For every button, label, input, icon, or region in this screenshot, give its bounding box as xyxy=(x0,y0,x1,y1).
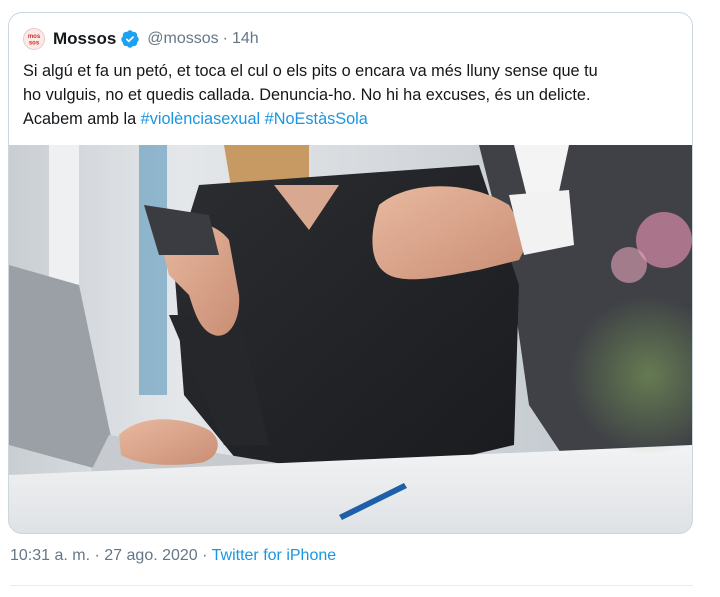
tweet-text-line: Acabem amb la #violènciasexual #NoEstàsS… xyxy=(23,107,683,131)
tweet-text: Si algú et fa un petó, et toca el cul o … xyxy=(23,59,683,131)
photo-office-scene xyxy=(9,145,692,533)
separator-dot: · xyxy=(202,547,208,564)
tweet-text-line: ho vulguis, no et quedis callada. Denunc… xyxy=(23,86,591,104)
separator-dot: · xyxy=(222,30,228,47)
hashtag-link[interactable]: #violènciasexual xyxy=(141,110,260,128)
tweet-card[interactable]: mos sos Mossos @mossos · 14h Si algú et … xyxy=(8,12,693,534)
tweet-date[interactable]: 27 ago. 2020 xyxy=(104,547,197,564)
tweet-photo[interactable] xyxy=(9,145,692,533)
tweet-header: mos sos Mossos @mossos · 14h xyxy=(23,27,259,51)
svg-text:sos: sos xyxy=(29,41,40,47)
hashtag-link[interactable]: #NoEstàsSola xyxy=(265,110,368,128)
tweet-source-link[interactable]: Twitter for iPhone xyxy=(212,547,337,564)
author-handle[interactable]: @mossos xyxy=(147,30,218,48)
tweet-timestamp[interactable]: 10:31 a. m. xyxy=(10,547,90,564)
relative-time[interactable]: 14h xyxy=(232,30,259,48)
author-display-name[interactable]: Mossos xyxy=(53,29,116,49)
verified-badge-icon xyxy=(120,29,140,49)
tweet-text-fragment: Acabem amb la xyxy=(23,110,141,128)
separator-dot: · xyxy=(94,547,100,564)
divider xyxy=(10,585,693,586)
tweet-metadata: 10:31 a. m. · 27 ago. 2020 · Twitter for… xyxy=(10,547,336,565)
tweet-text-line: Si algú et fa un petó, et toca el cul o … xyxy=(23,62,598,80)
avatar[interactable]: mos sos xyxy=(23,28,45,50)
mossos-logo-icon: mos sos xyxy=(28,34,41,47)
svg-text:mos: mos xyxy=(28,34,41,40)
